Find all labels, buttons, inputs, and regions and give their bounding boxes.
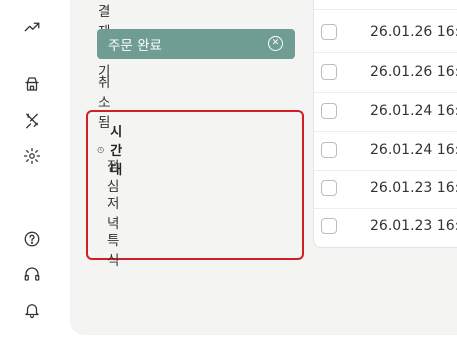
help-icon[interactable]: [22, 229, 42, 249]
time-filter-lunch[interactable]: 점심: [107, 155, 119, 195]
order-date: 26.01.26 16:18: [370, 24, 457, 40]
settings-icon[interactable]: [22, 146, 42, 166]
table-row[interactable]: [314, 0, 457, 10]
table-row[interactable]: 26.01.26 16:18: [314, 13, 457, 53]
order-date: 26.01.24 16:18: [370, 103, 457, 119]
table-row[interactable]: 26.01.23 16:18: [314, 169, 457, 209]
order-date: 26.01.26 16:18: [370, 64, 457, 80]
order-date: 26.01.24 16:18: [370, 142, 457, 158]
clock-icon: [97, 146, 104, 153]
table-row[interactable]: 26.01.23 16:18: [314, 207, 457, 246]
row-checkbox[interactable]: [321, 103, 337, 119]
orders-table: 26.01.26 16:18 26.01.26 16:18 26.01.24 1…: [313, 0, 457, 248]
table-row[interactable]: 26.01.24 16:18: [314, 92, 457, 132]
order-date: 26.01.23 16:18: [370, 180, 457, 196]
filter-order-complete[interactable]: 주문 완료 ✕: [97, 29, 295, 59]
row-checkbox[interactable]: [321, 24, 337, 40]
sidebar-rail: [0, 0, 68, 343]
filter-order-complete-label: 주문 완료: [108, 38, 162, 54]
utensils-icon[interactable]: [22, 111, 42, 131]
headset-icon[interactable]: [22, 264, 42, 284]
time-filter-dinner[interactable]: 저녁: [107, 192, 119, 232]
row-checkbox[interactable]: [321, 142, 337, 158]
clear-filter-icon[interactable]: ✕: [268, 36, 283, 51]
trending-up-icon[interactable]: [22, 17, 42, 37]
time-filter-special[interactable]: 특식: [107, 229, 119, 269]
table-row[interactable]: 26.01.24 16:18: [314, 131, 457, 171]
row-checkbox[interactable]: [321, 180, 337, 196]
table-row[interactable]: 26.01.26 16:18: [314, 53, 457, 93]
row-checkbox[interactable]: [321, 218, 337, 234]
store-icon[interactable]: [22, 74, 42, 94]
row-checkbox[interactable]: [321, 64, 337, 80]
order-date: 26.01.23 16:18: [370, 218, 457, 234]
bell-icon[interactable]: [22, 300, 42, 320]
